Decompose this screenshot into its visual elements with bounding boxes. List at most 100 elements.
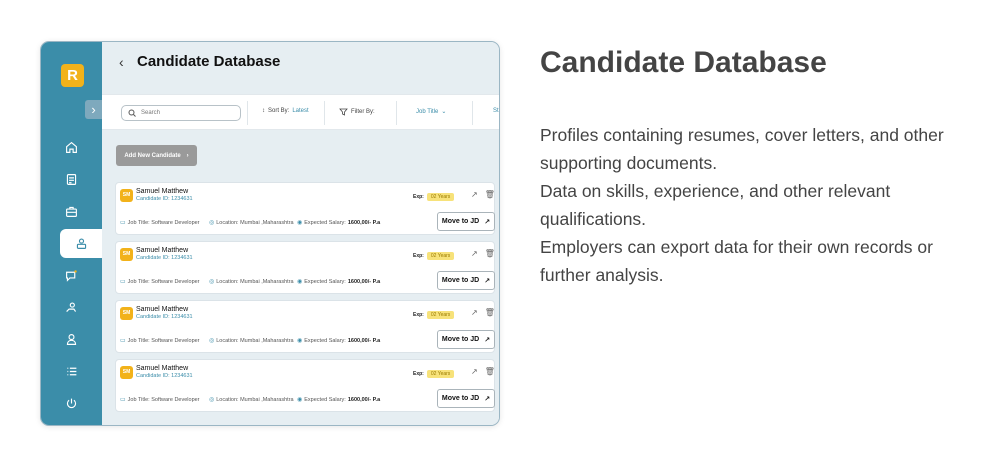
back-arrow-icon[interactable]: ‹ [119,54,124,70]
briefcase-icon[interactable] [41,197,102,226]
delete-icon[interactable]: 🗑 [485,190,495,199]
location-text: Location: Mumbai ,Maharashtra [216,219,294,226]
search-placeholder: Search [141,110,161,116]
chevron-down-icon: ⌄ [441,109,447,115]
sort-label: Sort By: [268,108,290,114]
job-title: ▭ Job Title: Software Developer [120,219,200,227]
card-actions: ↗ 🗑 [471,190,495,199]
card-actions: ↗ 🗑 [471,308,495,317]
more-filter-label: St [493,108,499,114]
location-pin-icon: ◎ [209,338,215,344]
search-input[interactable]: Search [121,105,241,121]
add-new-candidate-button[interactable]: Add New Candidate › [116,145,197,166]
candidate-id: Candidate ID: 1234631 [136,314,193,320]
app-logo: R [61,64,84,87]
external-link-icon[interactable]: ↗ [471,367,478,376]
move-to-jd-button[interactable]: Move to JD ↗ [437,330,495,349]
move-to-jd-button[interactable]: Move to JD ↗ [437,389,495,408]
candidate-name: Samuel Matthew [136,306,189,313]
add-new-candidate-label: Add New Candidate [124,152,181,159]
page-title: Candidate Database [137,53,281,70]
expected-salary: ◉ Expected Salary: 1600,00/- P.a [297,337,381,345]
job-icon: ▭ [120,397,126,403]
job-icon: ▭ [120,338,126,344]
filter-bar: Search ↕ Sort By: Latest Filter By: Job … [102,94,499,130]
main-content: ‹ Candidate Database Search ↕ Sort By: L… [102,42,499,425]
job-title: ▭ Job Title: Software Developer [120,278,200,286]
external-link-icon[interactable]: ↗ [471,249,478,258]
money-icon: ◉ [297,279,303,285]
filter-icon [339,108,348,116]
move-to-jd-button[interactable]: Move to JD ↗ [437,271,495,290]
power-icon[interactable] [41,389,102,418]
move-to-jd-button[interactable]: Move to JD ↗ [437,212,495,231]
candidate-card[interactable]: SM Samuel Matthew Candidate ID: 1234631 … [115,182,495,235]
salary-value: 1600,00/- P.a [347,396,381,403]
salary-value: 1600,00/- P.a [347,337,381,344]
location-pin-icon: ◎ [209,279,215,285]
money-icon: ◉ [297,397,303,403]
move-to-jd-label: Move to JD [441,336,480,343]
location: ◎ Location: Mumbai ,Maharashtra [209,219,294,227]
experience-badge: 02 Years [426,193,455,201]
candidate-card[interactable]: SM Samuel Matthew Candidate ID: 1234631 … [115,241,495,294]
move-to-jd-label: Move to JD [441,277,480,284]
candidate-card[interactable]: SM Samuel Matthew Candidate ID: 1234631 … [115,300,495,353]
salary-value: 1600,00/- P.a [347,278,381,285]
avatar: SM [120,248,133,261]
search-icon [128,109,136,117]
salary-label: Expected Salary: [304,278,346,285]
more-filter[interactable]: St [493,108,499,114]
external-link-icon[interactable]: ↗ [471,308,478,317]
candidate-card[interactable]: SM Samuel Matthew Candidate ID: 1234631 … [115,359,495,412]
open-icon: ↗ [484,277,491,285]
job-icon: ▭ [120,279,126,285]
hero-description: Profiles containing resumes, cover lette… [540,121,960,289]
job-title-text: Job Title: Software Developer [127,278,200,285]
expected-salary: ◉ Expected Salary: 1600,00/- P.a [297,219,380,227]
chevron-right-icon: › [186,152,189,159]
avatar: SM [120,307,133,320]
hero-line: Data on skills, experience, and other re… [540,181,891,229]
move-to-jd-label: Move to JD [441,218,480,225]
filter-label: Filter By: [351,109,375,115]
external-link-icon[interactable]: ↗ [471,190,478,199]
location-text: Location: Mumbai ,Maharashtra [216,278,294,285]
delete-icon[interactable]: 🗑 [485,308,495,317]
job-title-dropdown[interactable]: Job Title ⌄ [416,108,447,116]
candidates-icon[interactable] [60,229,102,258]
sort-value: Latest [292,108,309,114]
topbar: ‹ Candidate Database [102,42,499,85]
experience: Exp: 02 Years [413,252,455,260]
hero-line: Employers can export data for their own … [540,237,933,285]
experience: Exp: 02 Years [413,311,455,319]
user-icon[interactable] [41,325,102,354]
home-icon[interactable] [41,133,102,162]
experience: Exp: 02 Years [413,193,455,201]
experience-label: Exp: [413,312,424,318]
candidate-name: Samuel Matthew [136,365,189,372]
sort-dropdown[interactable]: ↕ Sort By: Latest [262,108,309,114]
job-icon: ▭ [120,220,126,226]
interview-icon[interactable] [41,293,102,322]
messages-icon[interactable] [41,261,102,290]
app-window: R › ‹ Candidate Database Search ↕ Sort B… [40,41,500,426]
hero-title: Candidate Database [540,46,827,79]
candidate-id: Candidate ID: 1234631 [136,196,193,202]
salary-label: Expected Salary: [304,396,346,403]
delete-icon[interactable]: 🗑 [485,249,495,258]
delete-icon[interactable]: 🗑 [485,367,495,376]
candidate-name: Samuel Matthew [136,247,189,254]
job-title-text: Job Title: Software Developer [127,219,200,226]
avatar: SM [120,189,133,202]
sidebar-expand-button[interactable]: › [85,100,102,119]
location: ◎ Location: Mumbai ,Maharashtra [209,337,294,345]
expected-salary: ◉ Expected Salary: 1600,00/- P.a [297,396,381,404]
experience-badge: 02 Years [426,311,455,319]
job-title: ▭ Job Title: Software Developer [120,396,200,404]
list-icon[interactable] [41,357,102,386]
document-icon[interactable] [41,165,102,194]
filter-dropdown[interactable]: Filter By: [339,108,375,116]
candidate-name: Samuel Matthew [136,188,189,195]
card-actions: ↗ 🗑 [471,367,495,376]
